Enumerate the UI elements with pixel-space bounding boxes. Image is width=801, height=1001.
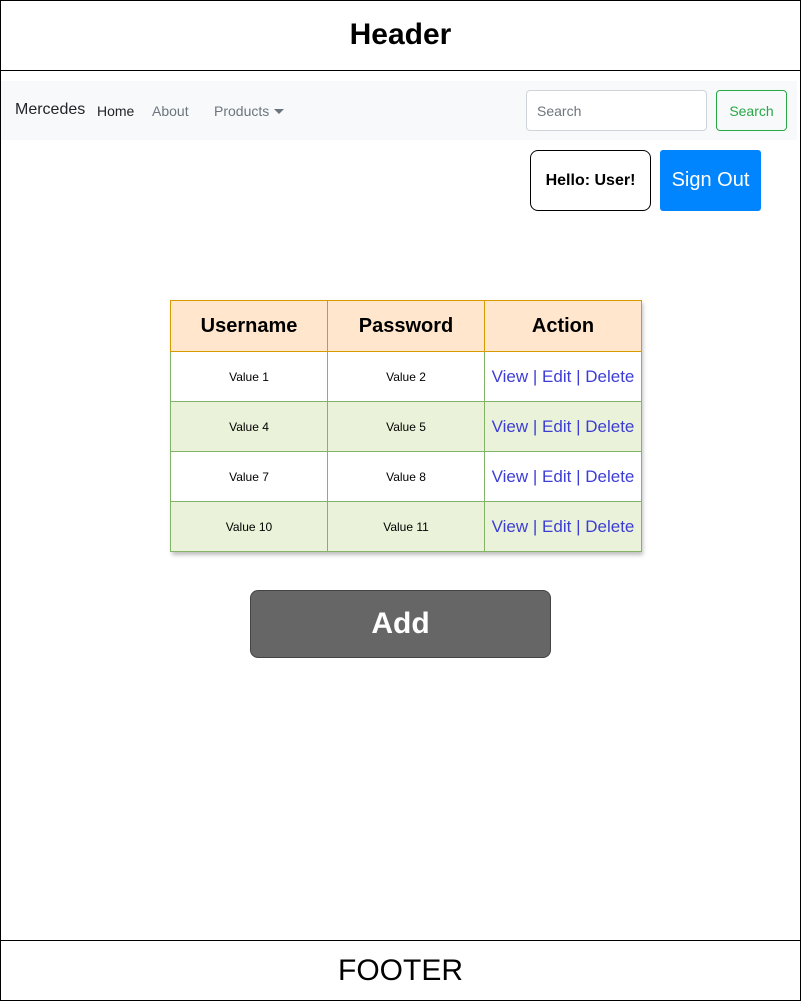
separator: | <box>576 466 581 486</box>
search-input[interactable] <box>526 90 707 131</box>
table-row: Value 1 Value 2 View | Edit | Delete <box>170 351 642 402</box>
separator: | <box>576 516 581 536</box>
footer-text: FOOTER <box>338 953 463 987</box>
view-link[interactable]: View <box>492 417 529 436</box>
caret-down-icon <box>274 109 285 114</box>
user-table: Username Password Action Value 1 Value 2… <box>170 300 642 552</box>
table-row: Value 10 Value 11 View | Edit | Delete <box>170 501 642 552</box>
view-link[interactable]: View <box>492 367 529 386</box>
cell-password: Value 8 <box>327 451 485 502</box>
cell-username: Value 4 <box>170 401 328 452</box>
edit-link[interactable]: Edit <box>542 517 571 536</box>
header-title: Header <box>349 17 452 51</box>
cell-actions: View | Edit | Delete <box>484 501 642 552</box>
edit-link[interactable]: Edit <box>542 417 571 436</box>
search-button[interactable]: Search <box>716 90 787 131</box>
table-row: Value 4 Value 5 View | Edit | Delete <box>170 401 642 452</box>
view-link[interactable]: View <box>492 517 529 536</box>
navbar-brand[interactable]: Mercedes <box>15 101 85 119</box>
cell-actions: View | Edit | Delete <box>484 451 642 502</box>
page-footer: FOOTER <box>0 940 801 1001</box>
column-header-password: Password <box>327 300 485 352</box>
page-header: Header <box>0 0 801 71</box>
separator: | <box>576 366 581 386</box>
user-table-grid: Username Password Action Value 1 Value 2… <box>170 300 642 552</box>
nav-products-label: Products <box>214 103 270 119</box>
column-header-username: Username <box>170 300 328 352</box>
cell-username: Value 1 <box>170 351 328 402</box>
table-row: Value 7 Value 8 View | Edit | Delete <box>170 451 642 502</box>
cell-password: Value 2 <box>327 351 485 402</box>
cell-password: Value 11 <box>327 501 485 552</box>
cell-password: Value 5 <box>327 401 485 452</box>
add-button[interactable]: Add <box>250 590 551 658</box>
delete-link[interactable]: Delete <box>585 467 634 486</box>
nav-dropdown-products[interactable]: Products <box>214 103 285 119</box>
delete-link[interactable]: Delete <box>585 417 634 436</box>
separator: | <box>532 366 538 386</box>
separator: | <box>576 416 581 436</box>
cell-actions: View | Edit | Delete <box>484 351 642 402</box>
nav-link-about[interactable]: About <box>152 103 189 119</box>
sign-out-button[interactable]: Sign Out <box>660 150 761 211</box>
view-link[interactable]: View <box>492 467 529 486</box>
edit-link[interactable]: Edit <box>542 467 571 486</box>
delete-link[interactable]: Delete <box>585 517 634 536</box>
table-header-row: Username Password Action <box>170 300 642 352</box>
separator: | <box>532 516 538 536</box>
cell-actions: View | Edit | Delete <box>484 401 642 452</box>
cell-username: Value 7 <box>170 451 328 502</box>
cell-username: Value 10 <box>170 501 328 552</box>
nav-link-home[interactable]: Home <box>97 103 134 119</box>
separator: | <box>532 466 538 486</box>
edit-link[interactable]: Edit <box>542 367 571 386</box>
delete-link[interactable]: Delete <box>585 367 634 386</box>
user-greeting: Hello: User! <box>530 150 651 211</box>
separator: | <box>532 416 538 436</box>
navbar: Mercedes Home About Products Search <box>1 81 797 140</box>
column-header-action: Action <box>484 300 642 352</box>
